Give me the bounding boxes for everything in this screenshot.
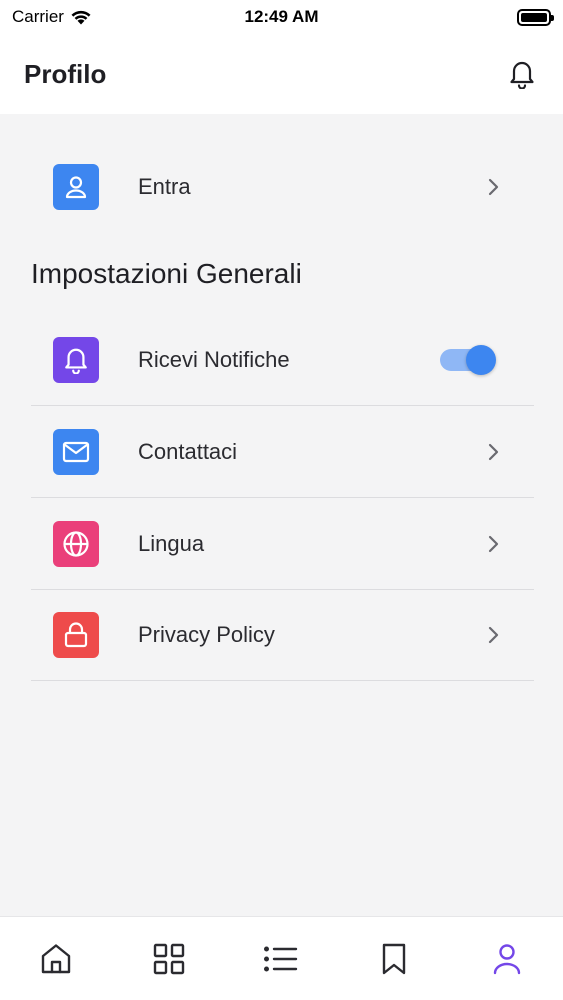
tab-bookmark[interactable] [359,929,429,989]
tab-home[interactable] [21,929,91,989]
content: Entra Impostazioni Generali Ricevi Notif… [0,114,563,916]
user-icon [493,943,520,974]
status-right [517,8,554,26]
chevron-right-icon [488,443,499,460]
chevron-right-icon [488,626,499,643]
page-title: Profilo [24,58,107,89]
privacy-icon-tile [53,611,99,658]
notifications-toggle[interactable] [440,344,496,375]
tab-bar [0,916,563,1000]
language-row[interactable]: Lingua [31,498,534,590]
privacy-row[interactable]: Privacy Policy [31,589,534,681]
battery-icon [517,8,554,26]
home-icon [42,943,71,973]
grid-icon [153,943,185,974]
section-title: Impostazioni Generali [31,258,302,289]
notifications-button[interactable] [505,57,539,91]
chevron-right-icon [488,535,499,552]
header: Profilo [0,34,563,114]
user-icon [65,176,87,199]
lock-icon [64,621,88,647]
mail-icon [62,441,90,462]
carrier-label: Carrier [12,7,64,26]
login-row[interactable]: Entra [31,141,534,233]
tab-list[interactable] [246,929,316,989]
contact-label: Contattaci [138,438,238,464]
bell-icon [65,348,87,374]
wifi-icon [71,10,91,25]
privacy-label: Privacy Policy [138,621,275,647]
globe-icon [63,530,89,557]
login-icon-tile [53,164,99,210]
toggle-knob [466,344,496,375]
notifications-label: Ricevi Notifiche [138,346,290,372]
login-label: Entra [138,174,191,199]
bell-icon [510,61,534,89]
tab-grid[interactable] [134,929,204,989]
status-left: Carrier [12,7,212,27]
language-label: Lingua [138,530,205,556]
contact-icon-tile [53,428,99,475]
tab-profile[interactable] [472,929,542,989]
list-icon [264,946,298,972]
contact-row[interactable]: Contattaci [31,406,534,498]
notifications-icon-tile [53,336,99,383]
bookmark-icon [382,943,406,974]
language-icon-tile [53,520,99,567]
notifications-row: Ricevi Notifiche [31,314,534,406]
chevron-right-icon [488,178,499,196]
status-bar: Carrier 12:49 AM [0,0,563,34]
